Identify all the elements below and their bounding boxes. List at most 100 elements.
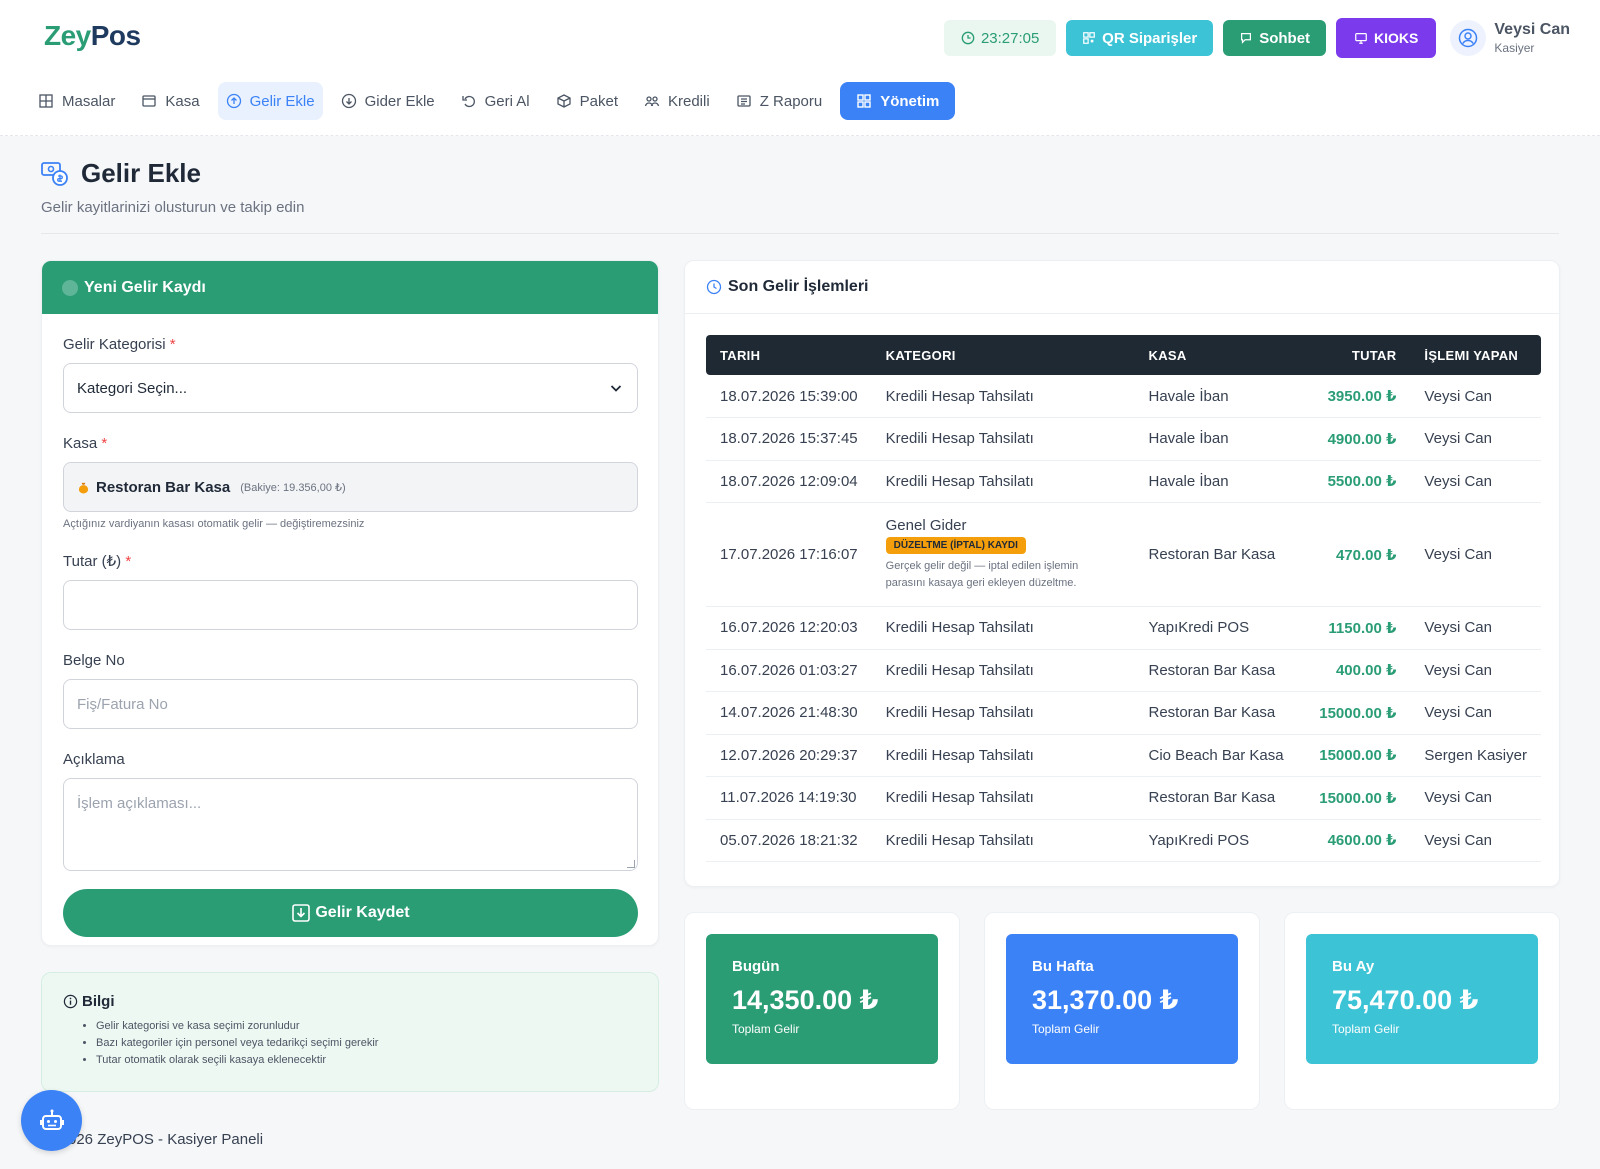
table-row-correction[interactable]: 17.07.2026 17:16:07 Genel Gider DÜZELTME… — [706, 502, 1541, 607]
qr-orders-button[interactable]: QR Siparişler — [1066, 20, 1214, 56]
nav-item-masalar[interactable]: Masalar — [30, 82, 123, 120]
column-header-user[interactable]: İŞLEMI YAPAN — [1410, 335, 1541, 375]
table-row[interactable]: 16.07.2026 12:20:03 Kredili Hesap Tahsil… — [706, 606, 1541, 650]
nav-item-paket[interactable]: Paket — [548, 82, 626, 120]
register-icon — [142, 95, 157, 107]
nav-item-gider-ekle[interactable]: Gider Ekle — [333, 82, 443, 120]
description-textarea[interactable]: İşlem açıklaması... — [63, 778, 638, 871]
cell-kasa: Havale İban — [1134, 417, 1302, 461]
cell-amount: 4900.00 ₺ — [1301, 417, 1411, 461]
doc-number-input[interactable]: Fiş/Fatura No — [63, 679, 638, 729]
cell-date: 18.07.2026 12:09:04 — [706, 460, 872, 503]
nav-label: Gider Ekle — [364, 92, 435, 110]
grid-icon — [39, 94, 53, 108]
cell-category: Kredili Hesap Tahsilatı — [871, 606, 1135, 650]
plus-circle-icon — [62, 279, 78, 296]
table-row[interactable]: 18.07.2026 15:39:00 Kredili Hesap Tahsil… — [706, 375, 1541, 418]
users-icon — [644, 96, 660, 107]
column-header-category[interactable]: KATEGORI — [871, 335, 1135, 375]
clock-icon — [961, 31, 975, 45]
category-label: Gelir Kategorisi * — [63, 336, 176, 353]
nav-label: Kredili — [668, 92, 710, 110]
table-row[interactable]: 12.07.2026 20:29:37 Kredili Hesap Tahsil… — [706, 734, 1541, 777]
stat-label: Bu Hafta — [1032, 958, 1094, 975]
user-name: Veysi Can — [1494, 21, 1570, 38]
nav-label: Z Raporu — [759, 92, 823, 110]
cell-kasa: Restoran Bar Kasa — [1134, 502, 1302, 607]
cell-user: Veysi Can — [1410, 691, 1541, 735]
nav-item-kredili[interactable]: Kredili — [636, 82, 718, 120]
report-icon — [737, 95, 751, 107]
cell-kasa: Cio Beach Bar Kasa — [1134, 734, 1302, 777]
save-income-button[interactable]: Gelir Kaydet — [63, 889, 638, 937]
stat-subtitle: Toplam Gelir — [732, 1022, 800, 1036]
main-nav: Masalar Kasa Gelir Ekle Gider Ekle Geri … — [30, 82, 956, 120]
cell-category-text: Genel Gider — [885, 517, 967, 534]
stat-label: Bu Ay — [1332, 958, 1375, 975]
table-row[interactable]: 11.07.2026 14:19:30 Kredili Hesap Tahsil… — [706, 776, 1541, 820]
nav-item-z-raporu[interactable]: Z Raporu — [728, 82, 831, 120]
info-item: Gelir kategorisi ve kasa seçimi zorunlud… — [96, 1018, 637, 1035]
nav-item-yonetim[interactable]: Yönetim — [840, 82, 956, 120]
cell-amount: 4600.00 ₺ — [1301, 819, 1411, 862]
info-list: Gelir kategorisi ve kasa seçimi zorunlud… — [63, 1018, 637, 1069]
form-header: Yeni Gelir Kaydı — [42, 261, 658, 314]
stat-value: 14,350.00 ₺ — [732, 985, 879, 1015]
column-header-date[interactable]: TARIH — [706, 335, 872, 375]
category-select[interactable]: Kategori Seçin... — [63, 363, 638, 413]
cell-category: Kredili Hesap Tahsilatı — [871, 417, 1135, 461]
cell-date: 17.07.2026 17:16:07 — [706, 502, 872, 607]
cell-kasa: Havale İban — [1134, 460, 1302, 503]
arrow-up-circle-icon — [226, 93, 241, 109]
stat-value: 31,370.00 ₺ — [1032, 985, 1179, 1015]
cell-category: Genel Gider DÜZELTME (İPTAL) KAYDI Gerçe… — [871, 502, 1135, 607]
cell-user: Veysi Can — [1410, 819, 1541, 862]
table-row[interactable]: 18.07.2026 12:09:04 Kredili Hesap Tahsil… — [706, 460, 1541, 503]
cell-category: Kredili Hesap Tahsilatı — [871, 691, 1135, 735]
qr-orders-label: QR Siparişler — [1102, 29, 1198, 47]
cell-amount: 3950.00 ₺ — [1301, 375, 1411, 418]
money-bag-icon — [78, 482, 89, 494]
app-logo[interactable]: ZeyPos — [44, 20, 141, 52]
stat-value: 75,470.00 ₺ — [1332, 985, 1479, 1015]
cell-user: Veysi Can — [1410, 417, 1541, 461]
table-row[interactable]: 14.07.2026 21:48:30 Kredili Hesap Tahsil… — [706, 691, 1541, 735]
logo-prefix: Zey — [44, 20, 91, 51]
nav-item-geri-al[interactable]: Geri Al — [453, 82, 538, 120]
save-icon — [292, 904, 311, 922]
column-header-kasa[interactable]: KASA — [1134, 335, 1302, 375]
kasa-balance: (Bakiye: 19.356,00 ₺) — [240, 481, 346, 494]
history-icon — [706, 279, 722, 295]
cell-user: Veysi Can — [1410, 375, 1541, 418]
package-icon — [556, 94, 571, 108]
stat-month-panel: Bu Ay 75,470.00 ₺ Toplam Gelir — [1306, 934, 1538, 1064]
kiosk-button[interactable]: KIOKS — [1336, 18, 1437, 58]
cell-amount: 400.00 ₺ — [1301, 649, 1411, 692]
user-role: Kasiyer — [1494, 41, 1535, 55]
table-row[interactable]: 18.07.2026 15:37:45 Kredili Hesap Tahsil… — [706, 417, 1541, 461]
recent-income-header: Son Gelir İşlemleri — [685, 261, 1559, 314]
page-subtitle: Gelir kayitlarinizi olusturun ve takip e… — [41, 199, 305, 216]
cell-kasa: YapıKredi POS — [1134, 606, 1302, 650]
nav-item-gelir-ekle[interactable]: Gelir Ekle — [217, 82, 323, 120]
cell-kasa: Restoran Bar Kasa — [1134, 649, 1302, 692]
table-row[interactable]: 05.07.2026 18:21:32 Kredili Hesap Tahsil… — [706, 819, 1541, 862]
amount-input[interactable] — [63, 580, 638, 630]
cell-category: Kredili Hesap Tahsilatı — [871, 734, 1135, 777]
resize-handle[interactable] — [627, 860, 635, 868]
stat-card-month: Bu Ay 75,470.00 ₺ Toplam Gelir — [1284, 912, 1560, 1110]
new-income-form: Yeni Gelir Kaydı Gelir Kategorisi * Kate… — [41, 260, 659, 946]
assistant-bot-button[interactable] — [21, 1090, 82, 1151]
kasa-name: Restoran Bar Kasa — [96, 478, 231, 496]
kasa-label: Kasa * — [63, 435, 108, 452]
table-row[interactable]: 16.07.2026 01:03:27 Kredili Hesap Tahsil… — [706, 649, 1541, 692]
chat-button[interactable]: Sohbet — [1223, 20, 1327, 56]
cell-date: 18.07.2026 15:37:45 — [706, 417, 872, 461]
nav-item-kasa[interactable]: Kasa — [133, 82, 207, 120]
income-icon — [41, 161, 68, 186]
user-menu[interactable]: Veysi Can Kasiyer — [1450, 20, 1570, 56]
info-panel: Bilgi Gelir kategorisi ve kasa seçimi zo… — [41, 972, 659, 1092]
column-header-amount[interactable]: TUTAR — [1301, 335, 1411, 375]
clock-text: 23:27:05 — [980, 29, 1040, 47]
save-income-label: Gelir Kaydet — [315, 904, 410, 921]
